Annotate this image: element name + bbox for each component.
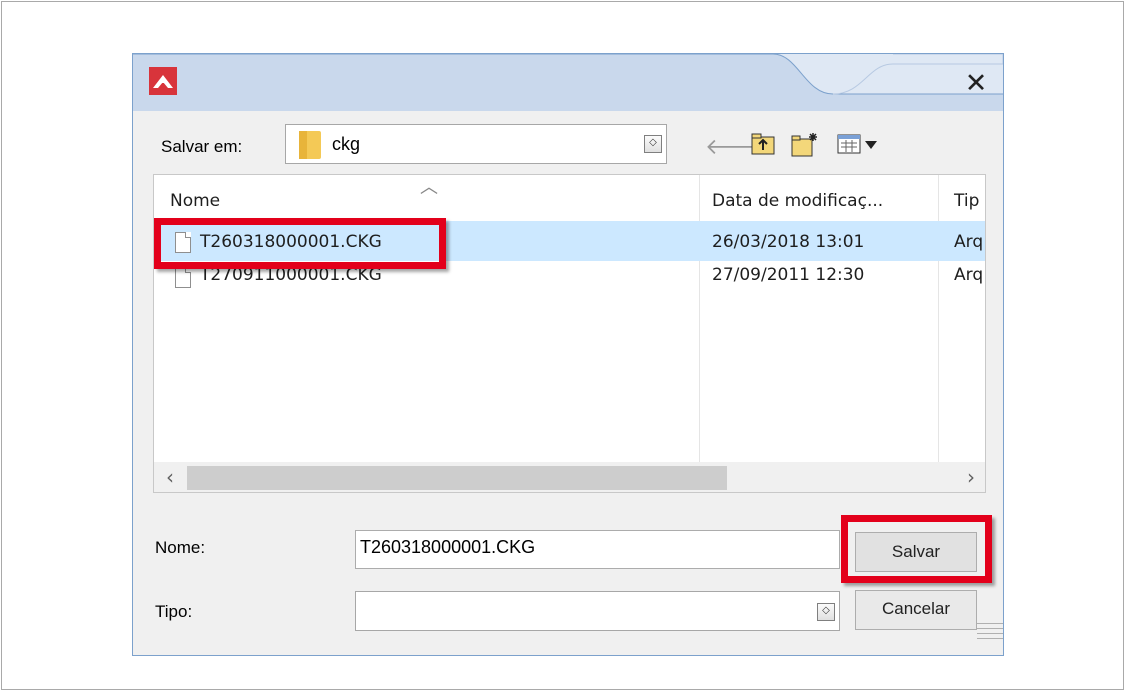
cancel-button[interactable]: Cancelar	[855, 590, 977, 630]
highlight-save-button	[841, 515, 992, 583]
scroll-thumb[interactable]	[187, 466, 727, 490]
current-folder: ckg	[332, 134, 361, 154]
save-dialog: ✕ Salvar em: ckg ◇ 🡐 Nome ︿ Data de modi…	[132, 53, 1004, 656]
filename-input[interactable]: T260318000001.CKG	[355, 530, 840, 569]
up-folder-icon[interactable]	[751, 132, 775, 162]
filename-label: Nome:	[155, 538, 206, 557]
highlight-selected-file	[154, 218, 446, 269]
folder-icon	[299, 131, 321, 159]
close-button[interactable]: ✕	[961, 69, 991, 99]
file-icon	[175, 267, 191, 288]
save-in-label: Salvar em:	[161, 137, 243, 156]
file-date: 27/09/2011 12:30	[712, 265, 865, 285]
combo-spinner-icon[interactable]: ◇	[644, 135, 662, 153]
app-icon	[149, 67, 177, 95]
folder-combo[interactable]: ckg ◇	[285, 124, 667, 164]
file-type: Arq	[954, 232, 984, 252]
new-folder-icon[interactable]	[791, 132, 819, 164]
file-date: 26/03/2018 13:01	[712, 232, 865, 252]
select-spinner-icon[interactable]: ◇	[817, 603, 835, 621]
view-menu-icon[interactable]	[837, 132, 881, 162]
title-bar[interactable]: ✕	[133, 54, 1003, 111]
type-select[interactable]: ◇	[355, 591, 840, 631]
type-label: Tipo:	[155, 602, 193, 621]
sort-arrow-icon: ︿	[420, 177, 438, 198]
resize-grip[interactable]	[977, 623, 1003, 643]
scroll-right-icon[interactable]: ›	[967, 465, 975, 489]
title-bar-shape	[133, 54, 1003, 111]
file-type: Arq	[954, 265, 984, 285]
scroll-left-icon[interactable]: ‹	[166, 465, 174, 489]
horizontal-scrollbar[interactable]: ‹ ›	[154, 462, 985, 492]
